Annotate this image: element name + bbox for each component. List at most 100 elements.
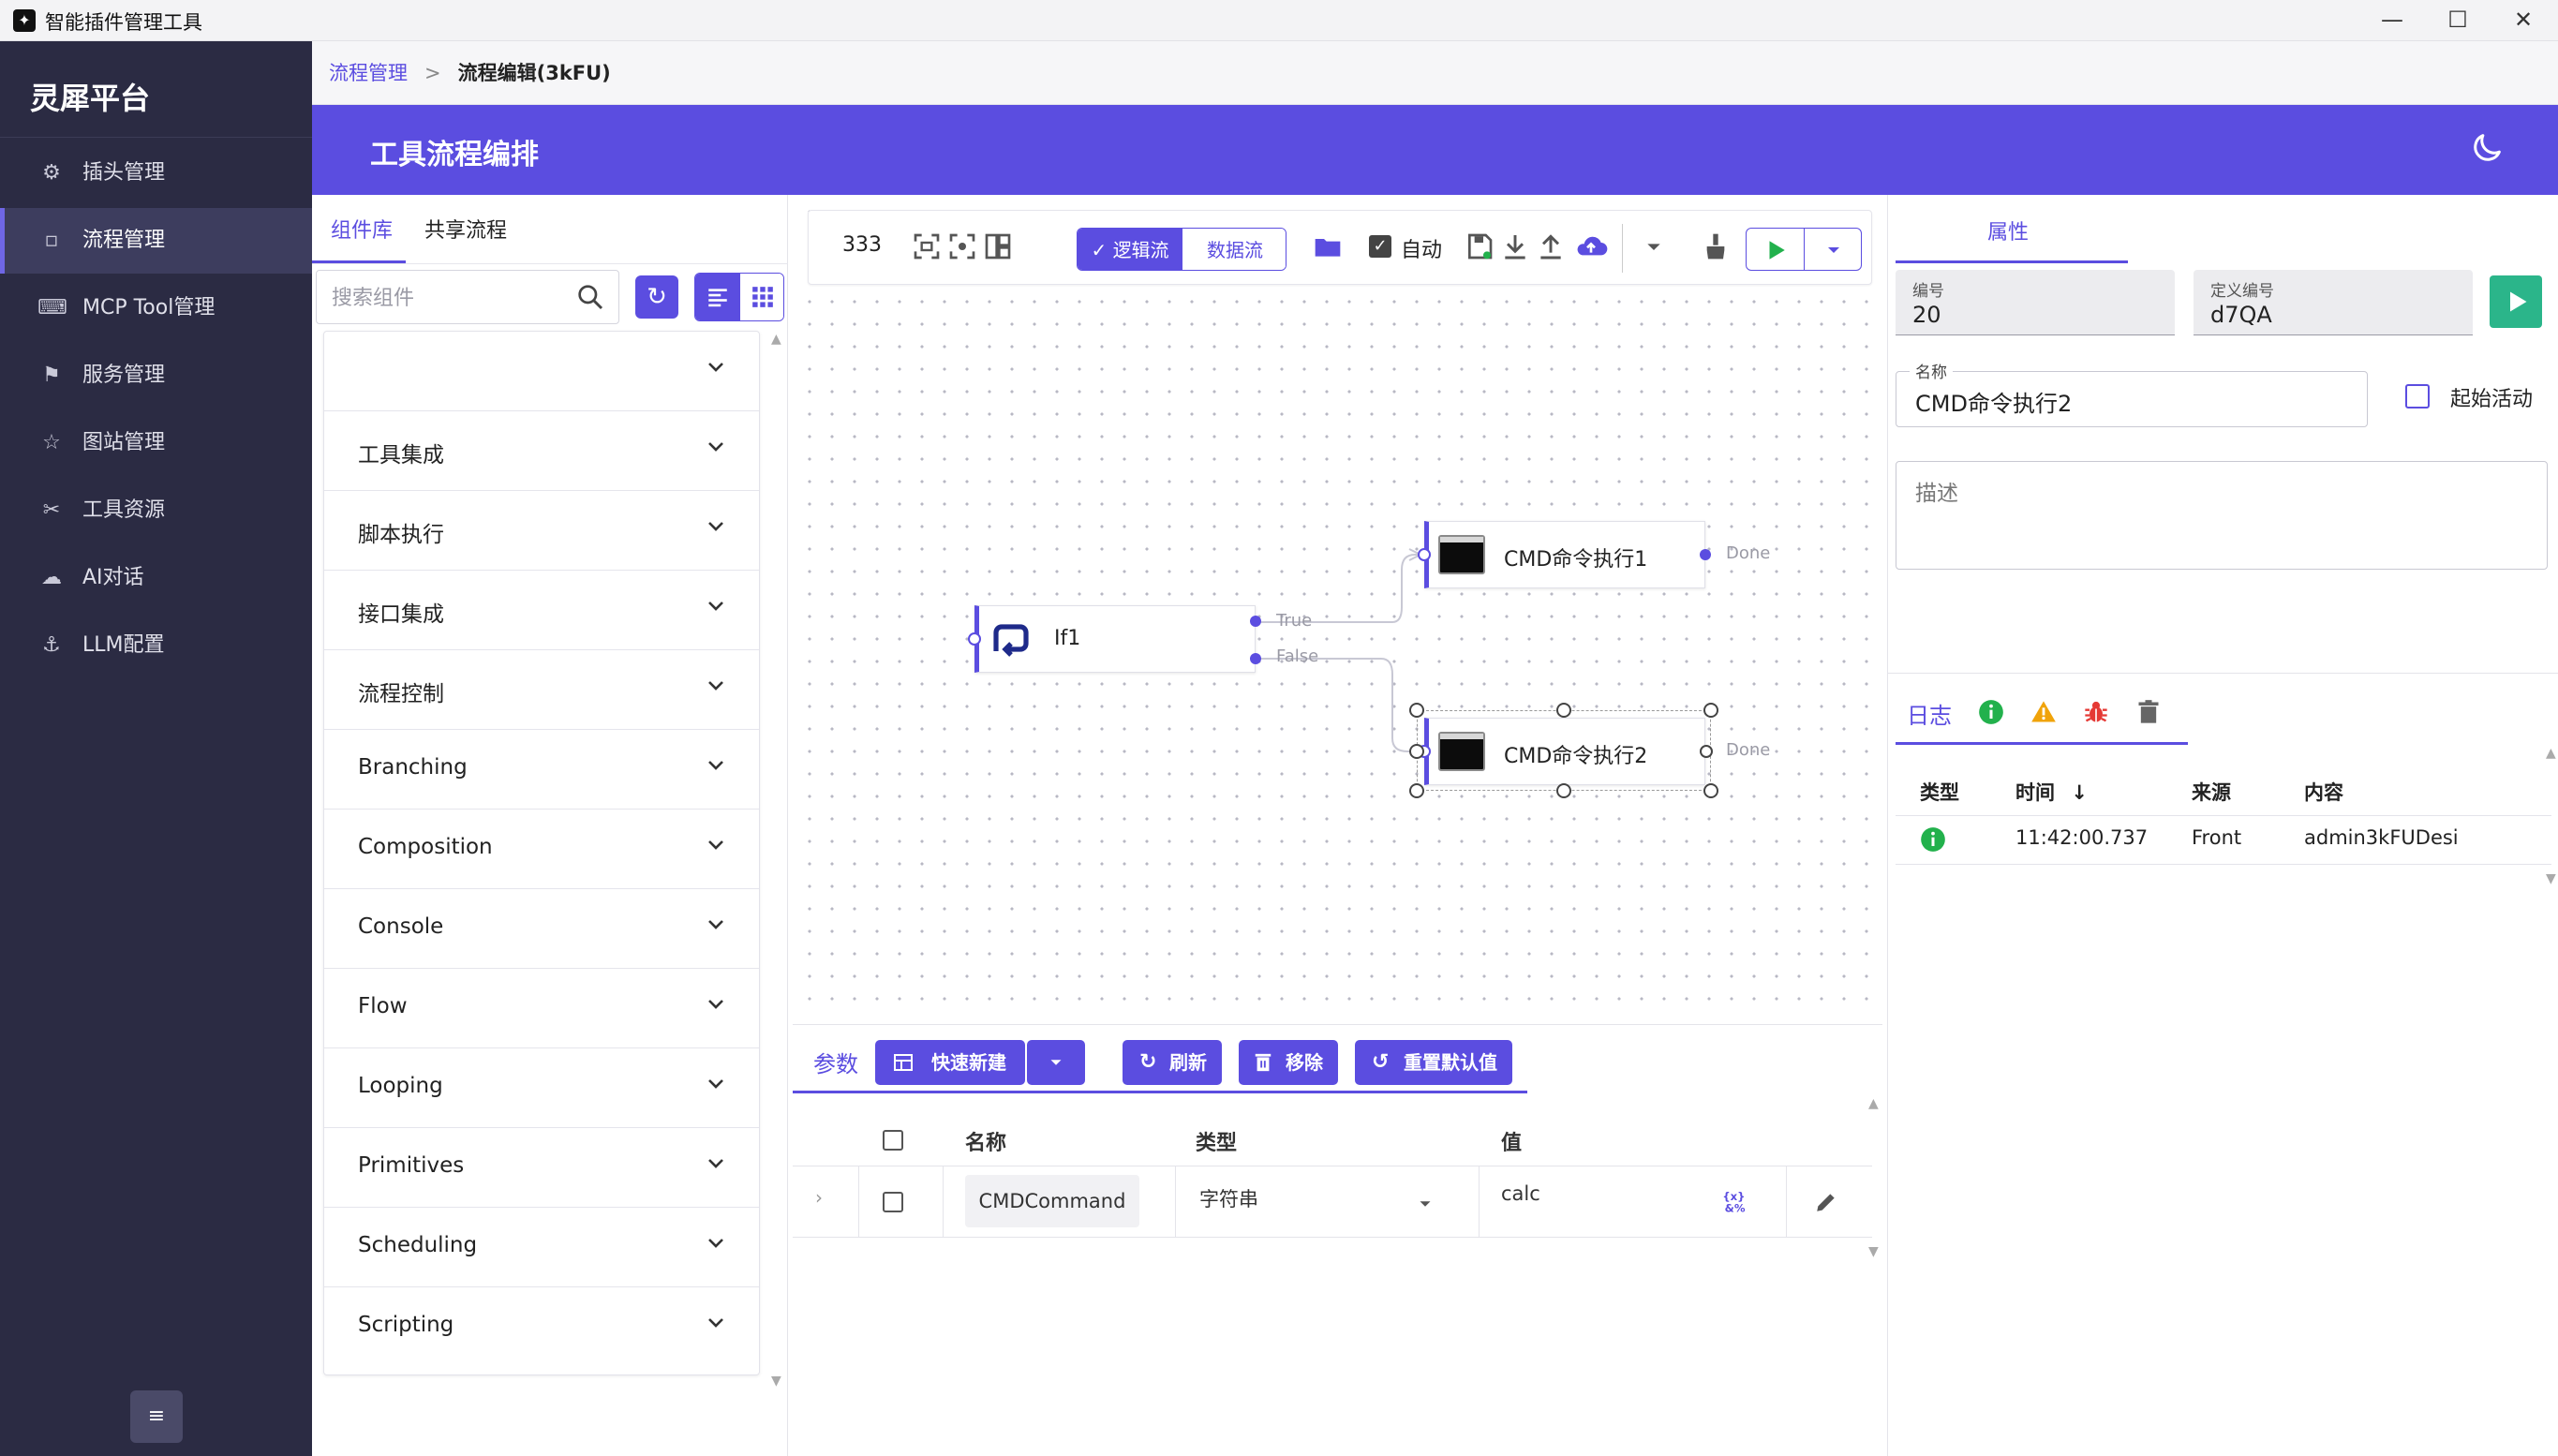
category-item[interactable]: 脚本执行 (324, 491, 759, 571)
scroll-up-arrow[interactable]: ▲ (1868, 1096, 1879, 1111)
cmd1-input-port[interactable] (1418, 548, 1431, 561)
tab-properties[interactable]: 属性 (1987, 215, 2029, 245)
auto-checkbox[interactable]: ✓ (1369, 235, 1391, 258)
description-field[interactable]: 描述 (1896, 461, 2548, 570)
breadcrumb-parent-link[interactable]: 流程管理 (329, 62, 408, 84)
minimize-button[interactable]: — (2359, 0, 2425, 41)
category-item[interactable]: Console (324, 889, 759, 969)
resize-handle[interactable] (1409, 783, 1424, 798)
scroll-down-arrow[interactable]: ▼ (1868, 1244, 1879, 1259)
sidebar-item-ai-chat[interactable]: ☁ AI对话 (0, 545, 312, 611)
category-item[interactable]: Looping (324, 1048, 759, 1128)
sidebar-item-mcp-tool[interactable]: ⌨ MCP Tool管理 (0, 275, 312, 341)
category-item[interactable]: 接口集成 (324, 571, 759, 650)
param-value-cell[interactable]: calc (1501, 1182, 1540, 1205)
edit-pencil-icon[interactable] (1814, 1190, 1838, 1214)
category-item[interactable] (324, 332, 759, 411)
cmd2-done-port[interactable] (1700, 745, 1713, 758)
cloud-upload-icon[interactable] (1573, 231, 1609, 261)
upload-icon[interactable] (1536, 231, 1566, 261)
expand-row-icon[interactable]: › (815, 1186, 823, 1209)
category-item[interactable]: 流程控制 (324, 650, 759, 730)
sidebar-item-tool-resources[interactable]: ✂ 工具资源 (0, 478, 312, 543)
tab-shared-flows[interactable]: 共享流程 (424, 214, 507, 244)
scroll-up-arrow[interactable]: ▲ (2546, 746, 2556, 761)
scroll-down-arrow[interactable]: ▼ (2546, 871, 2556, 886)
param-type-select[interactable]: 字符串 (1199, 1184, 1258, 1212)
category-item[interactable]: Scripting (324, 1287, 759, 1367)
info-filter-icon[interactable] (1978, 699, 2004, 725)
if1-false-port[interactable] (1250, 653, 1261, 664)
sidebar-item-site[interactable]: ☆ 图站管理 (0, 410, 312, 476)
broom-icon[interactable] (1701, 231, 1731, 261)
resize-handle[interactable] (1409, 744, 1424, 759)
run-flow-button[interactable] (1747, 229, 1805, 270)
refresh-params-button[interactable]: ↻ 刷新 (1123, 1040, 1222, 1085)
category-item[interactable]: Composition (324, 810, 759, 889)
resize-handle[interactable] (1556, 703, 1571, 718)
bug-filter-icon[interactable] (2083, 699, 2109, 725)
resize-handle[interactable] (1556, 783, 1571, 798)
layout-icon[interactable] (983, 231, 1013, 261)
tab-log[interactable]: 日志 (1907, 697, 1952, 730)
chevron-down-icon (708, 1318, 723, 1328)
flow-node-if1[interactable]: If1 (974, 605, 1256, 673)
dropdown-caret-icon[interactable] (1639, 231, 1669, 261)
start-activity-checkbox[interactable] (2405, 384, 2430, 409)
logic-flow-button[interactable]: ✓ 逻辑流 (1078, 229, 1182, 270)
center-view-icon[interactable] (947, 231, 977, 261)
quick-new-button[interactable]: 快速新建 (875, 1040, 1025, 1085)
flow-canvas[interactable]: 333 ✓ 逻辑流 数据流 ✓ 自动 If1 True False CMD命令执… (793, 195, 1882, 1019)
resize-handle[interactable] (1409, 703, 1424, 718)
quick-new-dropdown[interactable] (1027, 1040, 1085, 1085)
grid-view-button[interactable] (740, 274, 783, 320)
component-search-input[interactable] (332, 280, 557, 316)
scroll-down-arrow[interactable]: ▼ (771, 1374, 781, 1389)
search-icon[interactable] (575, 282, 605, 312)
dark-mode-toggle-icon[interactable] (2468, 129, 2506, 167)
category-item[interactable]: Branching (324, 730, 759, 810)
caret-down-icon[interactable] (1415, 1194, 1435, 1214)
tabs-divider (312, 263, 788, 264)
category-item[interactable]: Flow (324, 969, 759, 1048)
if1-input-port[interactable] (968, 632, 981, 646)
category-item[interactable]: Primitives (324, 1128, 759, 1208)
close-button[interactable]: ✕ (2491, 0, 2556, 41)
sidebar-collapse-button[interactable]: ≡ (130, 1390, 183, 1443)
clear-log-icon[interactable] (2135, 699, 2162, 725)
variable-icon[interactable]: {x}&% (1720, 1188, 1747, 1214)
reset-defaults-button[interactable]: ↺ 重置默认值 (1355, 1040, 1512, 1085)
resize-handle[interactable] (1703, 703, 1718, 718)
run-options-dropdown[interactable] (1805, 229, 1861, 270)
sidebar-item-llm-config[interactable]: ⚓ LLM配置 (0, 613, 312, 678)
category-item[interactable]: 工具集成 (324, 411, 759, 491)
sidebar-item-flow[interactable]: ▫ 流程管理 (0, 208, 312, 274)
download-icon[interactable] (1500, 231, 1530, 261)
data-flow-button[interactable]: 数据流 (1182, 229, 1286, 270)
sidebar-item-service[interactable]: ⚑ 服务管理 (0, 343, 312, 409)
select-all-checkbox[interactable] (883, 1130, 903, 1151)
scroll-up-arrow[interactable]: ▲ (771, 332, 781, 347)
log-header-time[interactable]: 时间 ↓ (2015, 778, 2088, 806)
row-checkbox[interactable] (883, 1192, 903, 1212)
tab-params[interactable]: 参数 (813, 1046, 858, 1078)
folder-icon[interactable] (1313, 231, 1343, 261)
remove-param-button[interactable]: 移除 (1239, 1040, 1338, 1085)
name-field[interactable]: 名称 CMD命令执行2 (1896, 359, 2368, 427)
warning-filter-icon[interactable] (2030, 699, 2057, 725)
caret-down-icon (1828, 247, 1839, 253)
resize-handle[interactable] (1703, 783, 1718, 798)
list-view-button[interactable] (695, 274, 740, 320)
save-icon[interactable] (1465, 231, 1495, 261)
tab-component-library[interactable]: 组件库 (331, 214, 393, 244)
refresh-components-button[interactable]: ↻ (635, 275, 678, 319)
maximize-button[interactable]: ☐ (2425, 0, 2491, 41)
flow-node-cmd2[interactable]: CMD命令执行2 (1424, 718, 1705, 785)
if1-true-port[interactable] (1250, 616, 1261, 627)
run-node-button[interactable] (2490, 275, 2542, 328)
cmd1-done-port[interactable] (1700, 549, 1711, 560)
fit-view-icon[interactable] (912, 231, 942, 261)
flow-node-cmd1[interactable]: CMD命令执行1 (1424, 521, 1705, 588)
category-item[interactable]: Scheduling (324, 1208, 759, 1287)
sidebar-item-plugin[interactable]: ⚙ 插头管理 (0, 141, 312, 206)
